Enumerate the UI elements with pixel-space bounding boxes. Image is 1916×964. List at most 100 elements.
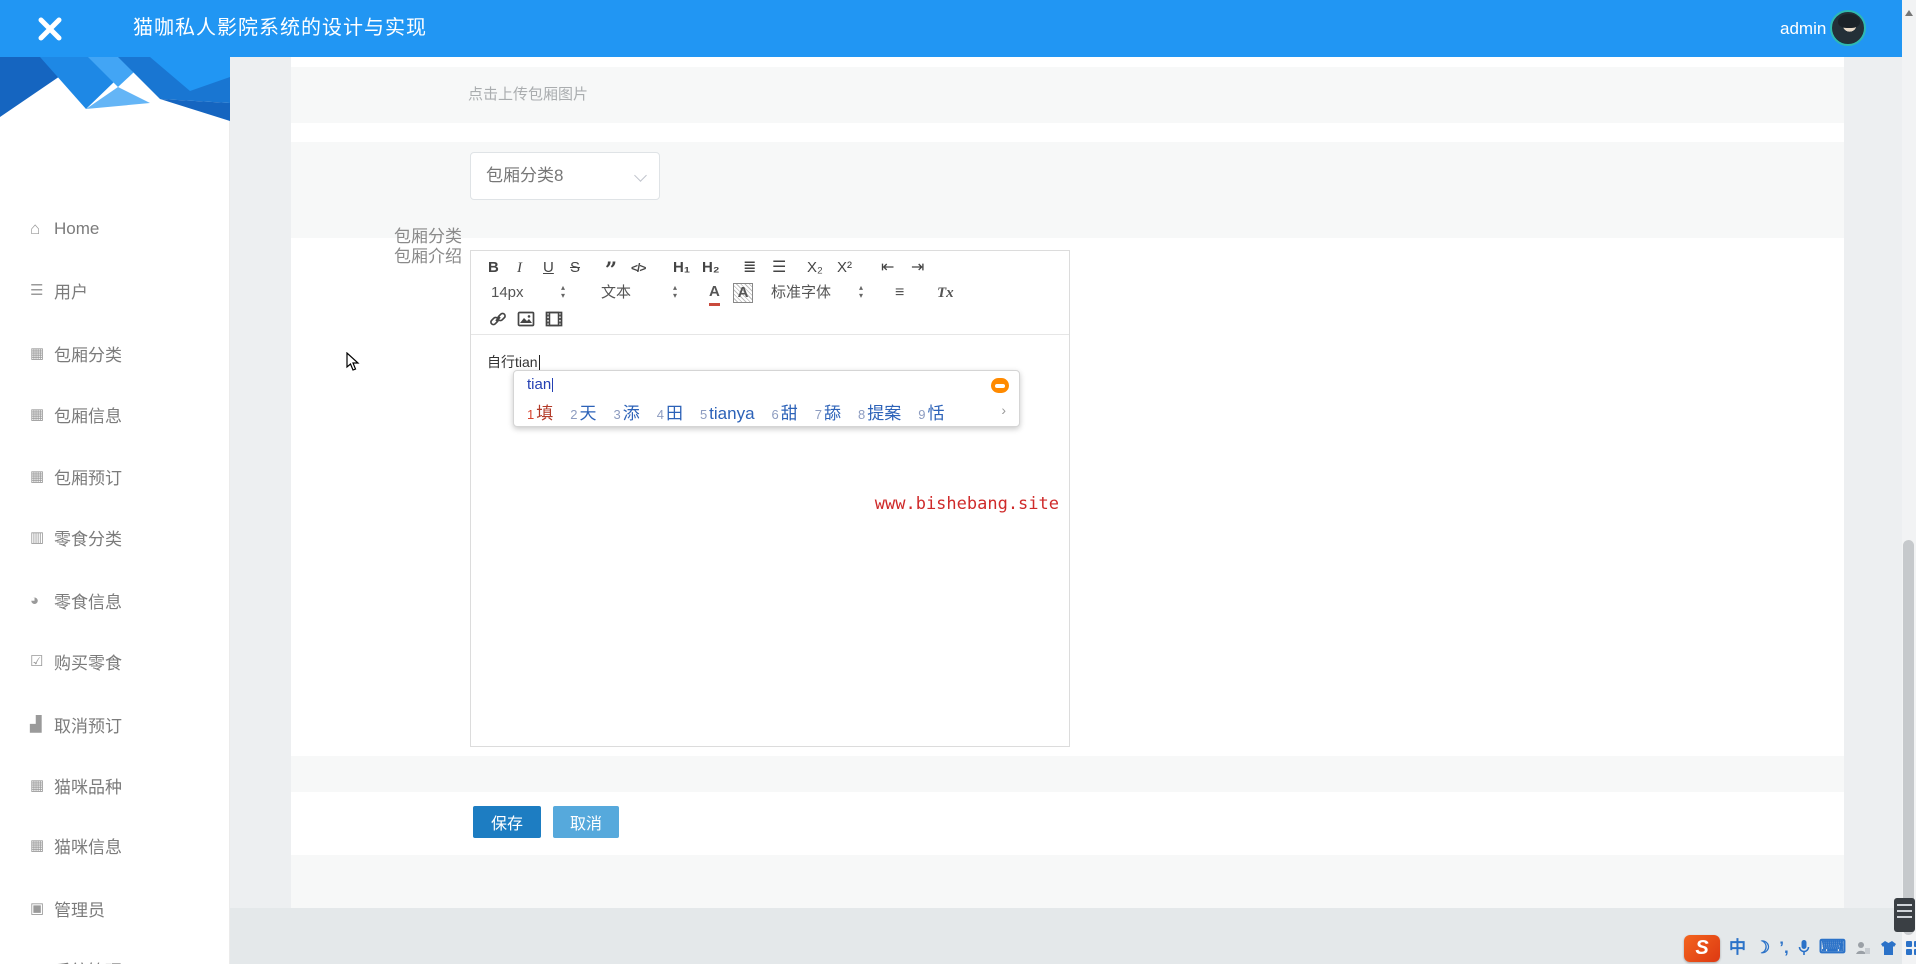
strikethrough-button[interactable]: S <box>570 256 580 280</box>
sidebar-item-cancel-booking[interactable]: 取消预订 <box>30 712 122 736</box>
ime-popup: tian 1填 2天 3添 4田 5 tianya 6甜 7舔 8 提案 9恬 › <box>513 370 1020 427</box>
subscript-button[interactable]: X₂ <box>807 256 823 280</box>
underline-button[interactable]: U <box>543 256 554 280</box>
sidebar-item-room-booking[interactable]: 包厢预订 <box>30 464 122 488</box>
unordered-list-button[interactable]: ☰ <box>772 256 786 280</box>
link-icon[interactable] <box>489 310 507 328</box>
sidebar-item-label: 零食信息 <box>54 592 122 612</box>
sidebar-item-cat-breed[interactable]: 猫咪品种 <box>30 773 122 797</box>
user-card-icon[interactable] <box>1855 940 1871 956</box>
sidebar-item-system[interactable]: 系统管理 <box>30 957 122 964</box>
microphone-icon[interactable] <box>1798 939 1810 957</box>
editor-toolbar: B I U S ” </> H₁ H₂ ≣ ☰ X₂ X² ⇤ ⇥ 14px ▴… <box>471 251 1069 335</box>
app-root: 猫咖私人影院系统的设计与实现 admin Home 用户 包 <box>0 0 1916 964</box>
grid-icon <box>30 405 54 423</box>
font-size-select[interactable]: 14px <box>491 281 524 305</box>
avatar[interactable] <box>1830 10 1866 46</box>
spinner-icon[interactable]: ▴ ▾ <box>673 284 677 300</box>
sidebar-item-room-category[interactable]: 包厢分类 <box>30 341 122 365</box>
sidebar-item-label: 取消预订 <box>54 716 122 736</box>
italic-button[interactable]: I <box>517 256 522 280</box>
ime-candidate[interactable]: 3添 <box>613 399 639 424</box>
superscript-button[interactable]: X² <box>837 256 852 280</box>
background-color-button[interactable]: A <box>733 283 753 303</box>
upload-image-hint[interactable]: 点击上传包厢图片 <box>468 67 588 123</box>
ime-candidate[interactable]: 2天 <box>570 399 596 424</box>
cancel-button[interactable]: 取消 <box>553 806 619 838</box>
ime-candidate[interactable]: 8 提案 <box>858 399 901 424</box>
grid-icon <box>30 836 54 854</box>
heading2-button[interactable]: H₂ <box>702 256 720 280</box>
keyboard-icon[interactable]: ⌨ <box>1819 934 1846 962</box>
sidebar-item-snack-category[interactable]: 零食分类 <box>30 525 122 549</box>
fullwidth-moon-icon[interactable]: ☽ <box>1755 934 1770 962</box>
sidebar-item-label: 系统管理 <box>54 957 122 964</box>
sidebar-item-room-info[interactable]: 包厢信息 <box>30 402 122 426</box>
sogou-logo-icon[interactable]: S <box>1684 934 1720 962</box>
category-select-value: 包厢分类8 <box>486 166 564 185</box>
page-bottom-strip <box>230 908 1902 964</box>
close-menu-icon[interactable] <box>36 15 64 43</box>
image-icon[interactable] <box>517 310 535 328</box>
blockquote-button[interactable]: ” <box>605 256 617 282</box>
bold-button[interactable]: B <box>488 256 499 280</box>
user-name[interactable]: admin <box>1780 0 1826 57</box>
ime-candidate[interactable]: 7舔 <box>815 399 841 424</box>
ime-candidate[interactable]: 4田 <box>657 399 683 424</box>
paragraph-select[interactable]: 文本 <box>601 281 631 305</box>
sidebar-item-admin[interactable]: 管理员 <box>30 896 105 920</box>
sidebar-item-label: 猫咪信息 <box>54 837 122 857</box>
sidebar-item-label: 零食分类 <box>54 529 122 549</box>
home-icon <box>30 219 54 239</box>
scrollbar-thumb[interactable] <box>1903 540 1914 935</box>
soft-keyboard-icon[interactable] <box>1894 898 1915 932</box>
ime-candidate[interactable]: 6甜 <box>772 399 798 424</box>
outdent-button[interactable]: ⇤ <box>881 256 894 280</box>
sogou-logo-icon[interactable] <box>991 378 1009 393</box>
skin-shirt-icon[interactable] <box>1880 940 1897 956</box>
sidebar-item-label: Home <box>54 219 100 238</box>
ime-candidate[interactable]: 1填 <box>527 399 553 424</box>
toolbar-row-1: B I U S ” </> H₁ H₂ ≣ ☰ X₂ X² ⇤ ⇥ <box>471 256 1069 282</box>
punctuation-icon[interactable]: ’, <box>1779 934 1788 962</box>
toolbox-grid-icon[interactable] <box>1906 941 1916 955</box>
indent-button[interactable]: ⇥ <box>911 256 924 280</box>
ime-next-page-arrow[interactable]: › <box>1001 402 1006 418</box>
spinner-icon[interactable]: ▴ ▾ <box>859 284 863 300</box>
sidebar-item-buy-snack[interactable]: 购买零食 <box>30 649 122 673</box>
sidebar-banner-image <box>0 57 230 121</box>
clear-format-button[interactable]: Tx <box>937 281 954 305</box>
sidebar-item-cat-info[interactable]: 猫咪信息 <box>30 833 122 857</box>
sidebar-item-users[interactable]: 用户 <box>30 278 88 302</box>
monitor-icon <box>30 899 54 917</box>
ime-candidate[interactable]: 5 tianya <box>700 404 755 424</box>
editor-text: 自行tian <box>487 354 540 370</box>
chinese-mode-icon[interactable]: 中 <box>1729 934 1746 962</box>
category-select[interactable]: 包厢分类8 <box>470 152 660 200</box>
sidebar-item-label: 管理员 <box>54 900 105 920</box>
scrollbar-up-arrow-icon[interactable] <box>1905 10 1913 16</box>
footer-row <box>291 855 1844 908</box>
ordered-list-button[interactable]: ≣ <box>743 256 756 280</box>
rich-text-editor: B I U S ” </> H₁ H₂ ≣ ☰ X₂ X² ⇤ ⇥ 14px ▴… <box>470 250 1070 747</box>
video-icon[interactable] <box>545 310 563 328</box>
ime-candidate-list: 1填 2天 3添 4田 5 tianya 6甜 7舔 8 提案 9恬 <box>527 399 985 424</box>
font-family-select[interactable]: 标准字体 <box>771 281 831 305</box>
page-title: 猫咖私人影院系统的设计与实现 <box>133 17 427 39</box>
heading1-button[interactable]: H₁ <box>673 256 690 280</box>
ime-candidate[interactable]: 9恬 <box>918 399 944 424</box>
grid-icon <box>30 776 54 794</box>
spinner-icon[interactable]: ▴ ▾ <box>561 284 565 300</box>
code-button[interactable]: </> <box>631 256 646 280</box>
sidebar-item-home[interactable]: Home <box>30 217 99 241</box>
sidebar-item-label: 用户 <box>54 282 88 302</box>
font-color-button[interactable]: A <box>709 283 720 306</box>
sidebar-item-snack-info[interactable]: 零食信息 <box>30 588 122 612</box>
align-button[interactable]: ≡ <box>895 281 904 305</box>
intro-label: 包厢介绍 <box>394 247 462 266</box>
separator-row <box>291 756 1844 792</box>
toolbar-row-3 <box>471 307 1069 331</box>
save-button[interactable]: 保存 <box>473 806 541 838</box>
clipboard-check-icon <box>30 652 54 670</box>
scrollbar-track[interactable] <box>1902 0 1916 964</box>
